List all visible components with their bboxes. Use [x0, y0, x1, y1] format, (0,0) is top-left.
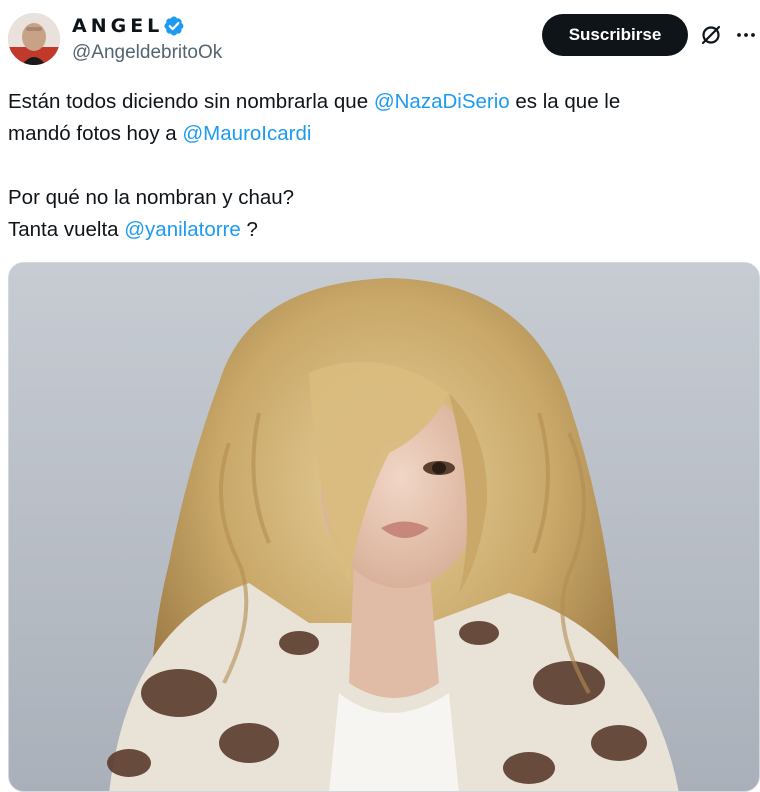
grok-icon[interactable] [699, 23, 723, 47]
mention-link[interactable]: @NazaDiSerio [374, 90, 510, 113]
tweet-text: Están todos diciendo sin nombrarla que @… [8, 86, 748, 246]
tweet-card: ANGEL @AngeldebritoOk Suscribirse Están … [0, 0, 760, 792]
more-options-icon[interactable] [734, 23, 758, 47]
subscribe-button[interactable]: Suscribirse [542, 14, 688, 56]
tweet-line: Por qué no la nombran y chau? [8, 182, 748, 214]
tweet-photo[interactable] [8, 262, 760, 792]
author-display-name[interactable]: ANGEL [72, 15, 163, 37]
tweet-line: Están todos diciendo sin nombrarla que @… [8, 86, 748, 118]
tweet-line: mandó fotos hoy a @MauroIcardi [8, 118, 748, 150]
text-segment: es la que le [509, 90, 621, 113]
text-segment: Tanta vuelta [8, 218, 125, 241]
text-segment: Están todos diciendo sin nombrarla que [8, 90, 374, 113]
author-handle[interactable]: @AngeldebritoOk [72, 42, 222, 64]
mention-link[interactable]: @MauroIcardi [182, 122, 311, 145]
text-segment: mandó fotos hoy a [8, 122, 183, 145]
tweet-line: Tanta vuelta @yanilatorre ? [8, 214, 748, 246]
avatar[interactable] [8, 13, 60, 65]
verified-badge-icon [163, 15, 185, 37]
author-name-row[interactable]: ANGEL [72, 14, 185, 38]
text-segment: Por qué no la nombran y chau? [8, 186, 295, 209]
text-segment: ? [240, 218, 258, 241]
mention-link[interactable]: @yanilatorre [124, 218, 241, 241]
